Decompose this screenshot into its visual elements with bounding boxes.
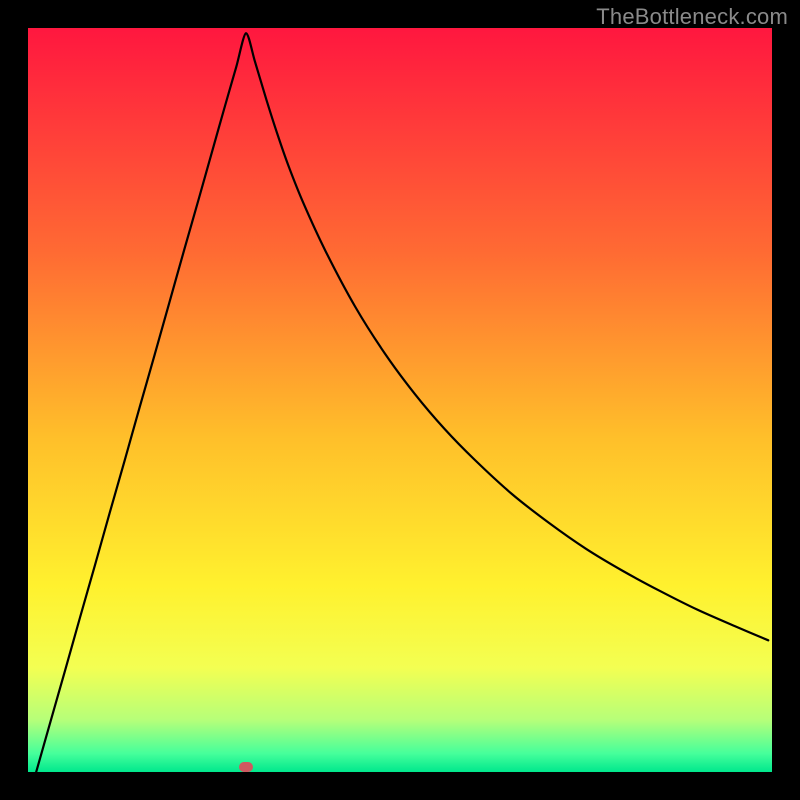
watermark-text: TheBottleneck.com [596,4,788,30]
gradient-background [28,28,772,772]
chart-frame [28,28,772,772]
optimum-marker [239,762,253,772]
